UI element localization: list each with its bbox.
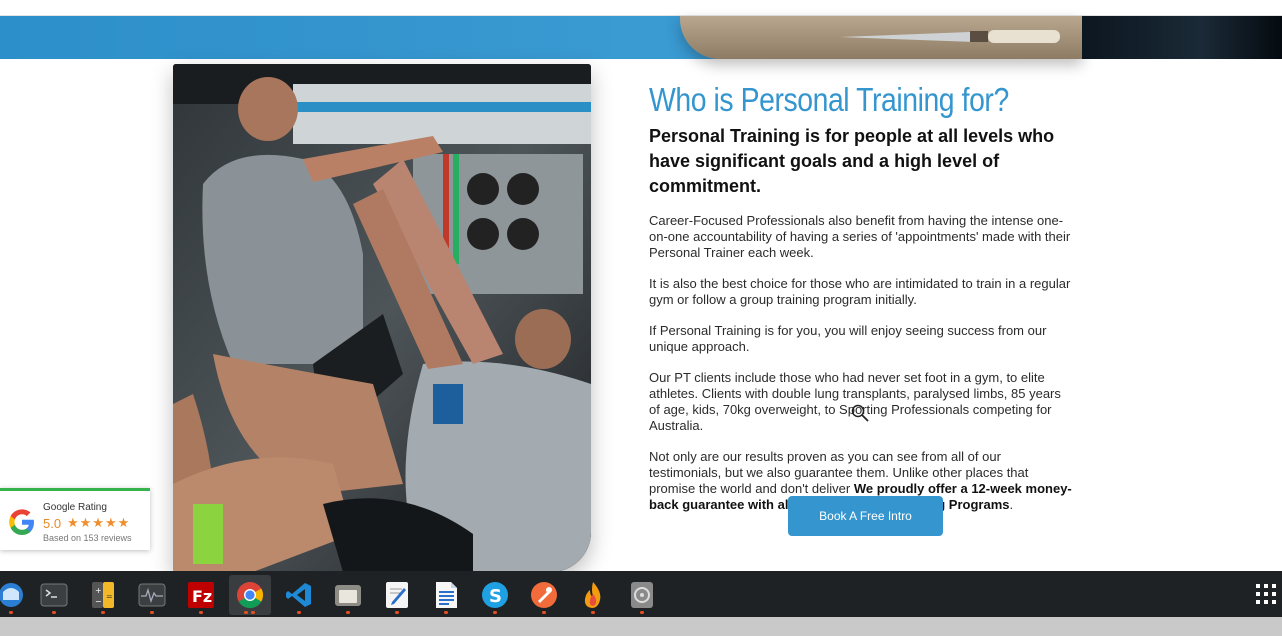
filezilla-icon: Fz	[188, 582, 214, 608]
skype-icon: S	[482, 582, 508, 608]
flame-app-icon	[584, 582, 601, 608]
page-top-strip	[0, 0, 1282, 16]
trainer-high-five-photo-icon	[173, 64, 591, 572]
taskbar-app-postman[interactable]	[523, 575, 565, 615]
paragraph-professionals: Career-Focused Professionals also benefi…	[649, 213, 1071, 260]
taskbar-app-vscode[interactable]	[278, 575, 320, 615]
document-writer-icon	[436, 582, 457, 608]
trainer-photo	[173, 64, 591, 572]
rating-title: Google Rating	[43, 502, 107, 513]
app-grid-icon[interactable]	[1254, 582, 1278, 606]
taskbar-app-files[interactable]	[327, 575, 369, 615]
taskbar-app-skype[interactable]: S	[474, 575, 516, 615]
activity-monitor-icon	[138, 583, 166, 607]
svg-text:S: S	[489, 586, 502, 607]
section-subheading: Personal Training is for people at all l…	[649, 126, 1055, 196]
taskbar-app-writer[interactable]	[425, 575, 467, 615]
terminal-icon	[40, 583, 68, 607]
paragraph-success: If Personal Training is for you, you wil…	[649, 323, 1047, 354]
rating-score: 5.0	[43, 516, 62, 531]
vscode-icon	[286, 583, 311, 607]
svg-text:Fz: Fz	[192, 587, 212, 606]
google-g-icon	[9, 509, 34, 535]
text-editor-icon	[386, 582, 408, 608]
calculator-icon: + −=	[92, 582, 114, 608]
taskbar-app-system-monitor[interactable]	[131, 575, 173, 615]
svg-text:=: =	[106, 592, 113, 601]
section-heading: Who is Personal Training for?	[649, 81, 1009, 118]
banner-knife-image	[680, 16, 1082, 59]
paragraph-intimidated: It is also the best choice for those who…	[649, 276, 1071, 307]
guarantee-end: .	[1009, 497, 1014, 512]
content-column: Who is Personal Training for? Personal T…	[649, 80, 1079, 513]
google-rating-widget[interactable]: Google Rating 5.0 ★★★★★ Based on 153 rev…	[0, 488, 150, 550]
mail-client-icon	[0, 583, 23, 607]
taskbar-app-flame[interactable]	[572, 575, 614, 615]
taskbar-app-disk-utility[interactable]	[621, 575, 663, 615]
svg-text:−: −	[95, 597, 102, 606]
taskbar-app-text-editor[interactable]	[376, 575, 418, 615]
disk-icon	[631, 582, 653, 608]
file-manager-icon	[335, 585, 361, 606]
rating-review-count: Based on 153 reviews	[43, 533, 132, 543]
svg-text:+: +	[95, 586, 102, 595]
postman-icon	[531, 582, 557, 608]
paragraph-clients: Our PT clients include those who had nev…	[649, 370, 1061, 433]
rating-stars: ★★★★★	[67, 515, 131, 530]
taskbar-app-terminal[interactable]	[33, 575, 75, 615]
banner-dark-panel	[1082, 16, 1282, 59]
knife-icon	[840, 30, 1060, 43]
book-free-intro-button[interactable]: Book A Free Intro	[788, 496, 943, 536]
zoom-cursor-icon	[851, 404, 869, 422]
taskbar: + − = Fz S	[0, 571, 1282, 617]
taskbar-app-chrome[interactable]	[229, 575, 271, 615]
taskbar-app-thunderbird[interactable]	[0, 575, 32, 615]
chrome-icon	[237, 582, 264, 609]
taskbar-app-calculator[interactable]: + − =	[82, 575, 124, 615]
bottom-bar	[0, 617, 1282, 636]
taskbar-app-filezilla[interactable]: Fz	[180, 575, 222, 615]
